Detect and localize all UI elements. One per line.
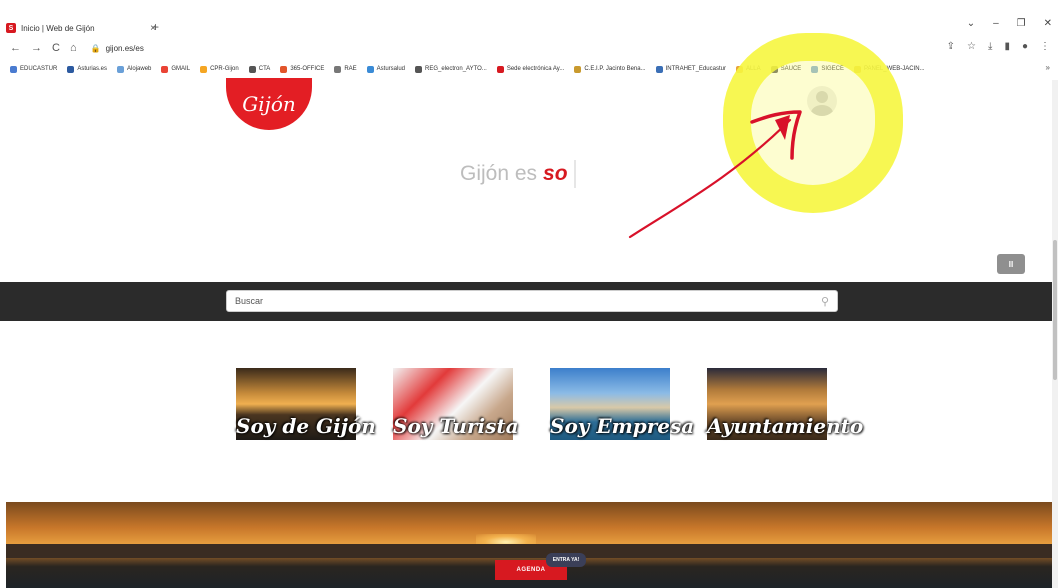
card-ayuntamiento[interactable]: Ayuntamiento [707, 368, 863, 440]
bookmark-star-icon[interactable]: ☆ [967, 41, 976, 52]
bookmark-label: C.E.I.P. Jacinto Bena... [584, 66, 646, 72]
search-icon[interactable]: ⚲ [813, 295, 837, 308]
bookmark-favicon-icon [67, 65, 75, 73]
bookmark-label: INTRAHET_Educastur [665, 66, 726, 72]
browser-tab[interactable]: S Inicio | Web de Gijón × [6, 20, 156, 36]
bookmark-favicon-icon [496, 65, 504, 73]
share-icon[interactable]: ⇪ [947, 41, 955, 52]
tab-search-icon[interactable]: ⌄ [967, 18, 975, 29]
bookmark-label: CPR-Gijon [210, 66, 239, 72]
card-soy-empresa[interactable]: Soy Empresa [550, 368, 694, 440]
yellow-highlight-circle [723, 33, 903, 213]
scrollbar-thumb[interactable] [1053, 240, 1057, 380]
bookmark-label: GMAIL [171, 66, 191, 72]
bookmark-label: 365-OFFICE [290, 66, 325, 72]
bookmark-favicon-icon [655, 65, 663, 73]
bookmark-item[interactable]: CPR-Gijon [200, 65, 239, 73]
bookmarks-bar: EDUCASTUR Asturias.es Alojaweb GMAIL CPR-Gij… [0, 60, 1058, 78]
bookmark-item[interactable]: RAE [334, 65, 357, 73]
forward-icon[interactable]: → [31, 42, 42, 54]
lock-icon: 🔒 [90, 43, 101, 53]
card-soy-turista[interactable]: Soy Turista [393, 368, 519, 440]
tab-title: Inicio | Web de Gijón [21, 23, 95, 33]
bookmark-item[interactable]: 365-OFFICE [280, 65, 325, 73]
banner-shoreline [6, 544, 1054, 558]
slogan-cursor [573, 160, 576, 188]
bookmark-label: Sede electrónica Ay... [506, 66, 565, 72]
home-icon[interactable]: ⌂ [70, 42, 77, 54]
address-bar[interactable]: 🔒 gijon.es/es [91, 44, 144, 53]
back-icon[interactable]: ← [10, 42, 21, 54]
bookmark-label: REG_electron_AYTO... [425, 66, 487, 72]
logo-text: Gijón [242, 92, 296, 116]
bookmark-item[interactable]: CTA [248, 65, 271, 73]
bookmark-item[interactable]: INTRAHET_Educastur [655, 65, 726, 73]
bookmark-label: CTA [258, 66, 271, 72]
close-window-icon[interactable]: ✕ [1044, 18, 1052, 29]
menu-icon[interactable]: ⋮ [1040, 41, 1050, 52]
bookmarks-more-icon[interactable]: » [1046, 63, 1050, 72]
bookmark-favicon-icon [334, 65, 342, 73]
search-box: ⚲ [226, 290, 838, 312]
bookmark-item[interactable]: REG_electron_AYTO... [415, 65, 487, 73]
bookmark-item[interactable]: Asturias.es [67, 65, 108, 73]
bookmark-label: Alojaweb [127, 66, 152, 72]
site-favicon-icon: S [6, 23, 16, 33]
bookmark-favicon-icon [161, 65, 169, 73]
bookmark-favicon-icon [574, 65, 582, 73]
card-label: Soy Turista [393, 414, 519, 438]
bookmark-favicon-icon [200, 65, 208, 73]
bookmark-item[interactable]: C.E.I.P. Jacinto Bena... [574, 65, 646, 73]
reload-icon[interactable]: C [52, 42, 60, 54]
toolbar-icons: ⇪ ☆ ⤓ ▮ ● ⋮ [947, 41, 1050, 52]
card-soy-de-gijon[interactable]: Soy de Gijón [236, 368, 376, 440]
slogan-main: Gijón es [460, 162, 538, 185]
download-icon[interactable]: ⤓ [988, 41, 992, 52]
address-row: ← → C ⌂ 🔒 gijon.es/es ⇪ ☆ ⤓ ▮ ● ⋮ [0, 37, 1058, 59]
sidepanel-icon[interactable]: ▮ [1004, 41, 1010, 52]
bookmark-item[interactable]: Astursalud [366, 65, 406, 73]
search-input[interactable] [235, 296, 813, 306]
bookmark-favicon-icon [280, 65, 288, 73]
bookmark-favicon-icon [366, 65, 374, 73]
profile-icon[interactable]: ● [1022, 41, 1028, 52]
bookmark-item[interactable]: Sede electrónica Ay... [496, 65, 565, 73]
bookmark-item[interactable]: GMAIL [161, 65, 191, 73]
gijon-logo[interactable]: Gijón [226, 78, 312, 130]
restore-icon[interactable]: ❐ [1017, 18, 1026, 29]
bookmark-item[interactable]: Alojaweb [117, 65, 152, 73]
slogan-accent: so [543, 162, 568, 185]
bookmark-favicon-icon [248, 65, 256, 73]
bookmark-label: EDUCASTUR [20, 66, 58, 72]
entra-ya-badge[interactable]: ENTRA YA! [546, 553, 586, 567]
bookmark-favicon-icon [415, 65, 423, 73]
bookmark-label: RAE [344, 66, 357, 72]
bookmark-label: Asturias.es [77, 66, 108, 72]
card-label: Soy de Gijón [236, 414, 376, 438]
bookmark-label: Astursalud [376, 66, 406, 72]
card-label: Ayuntamiento [707, 414, 864, 438]
bookmark-favicon-icon [10, 65, 17, 73]
new-tab-button[interactable]: + [152, 20, 159, 34]
page-scrollbar[interactable] [1052, 80, 1058, 588]
window-controls: ⌄ – ❐ ✕ [967, 18, 1052, 29]
url-text: gijon.es/es [105, 43, 144, 53]
bookmark-favicon-icon [117, 65, 125, 73]
minimize-icon[interactable]: – [993, 18, 999, 29]
slogan: Gijón es so [460, 160, 576, 188]
card-label: Soy Empresa [550, 414, 695, 438]
bookmark-item[interactable]: EDUCASTUR [10, 65, 58, 73]
pause-slideshow-button[interactable]: II [997, 254, 1025, 274]
